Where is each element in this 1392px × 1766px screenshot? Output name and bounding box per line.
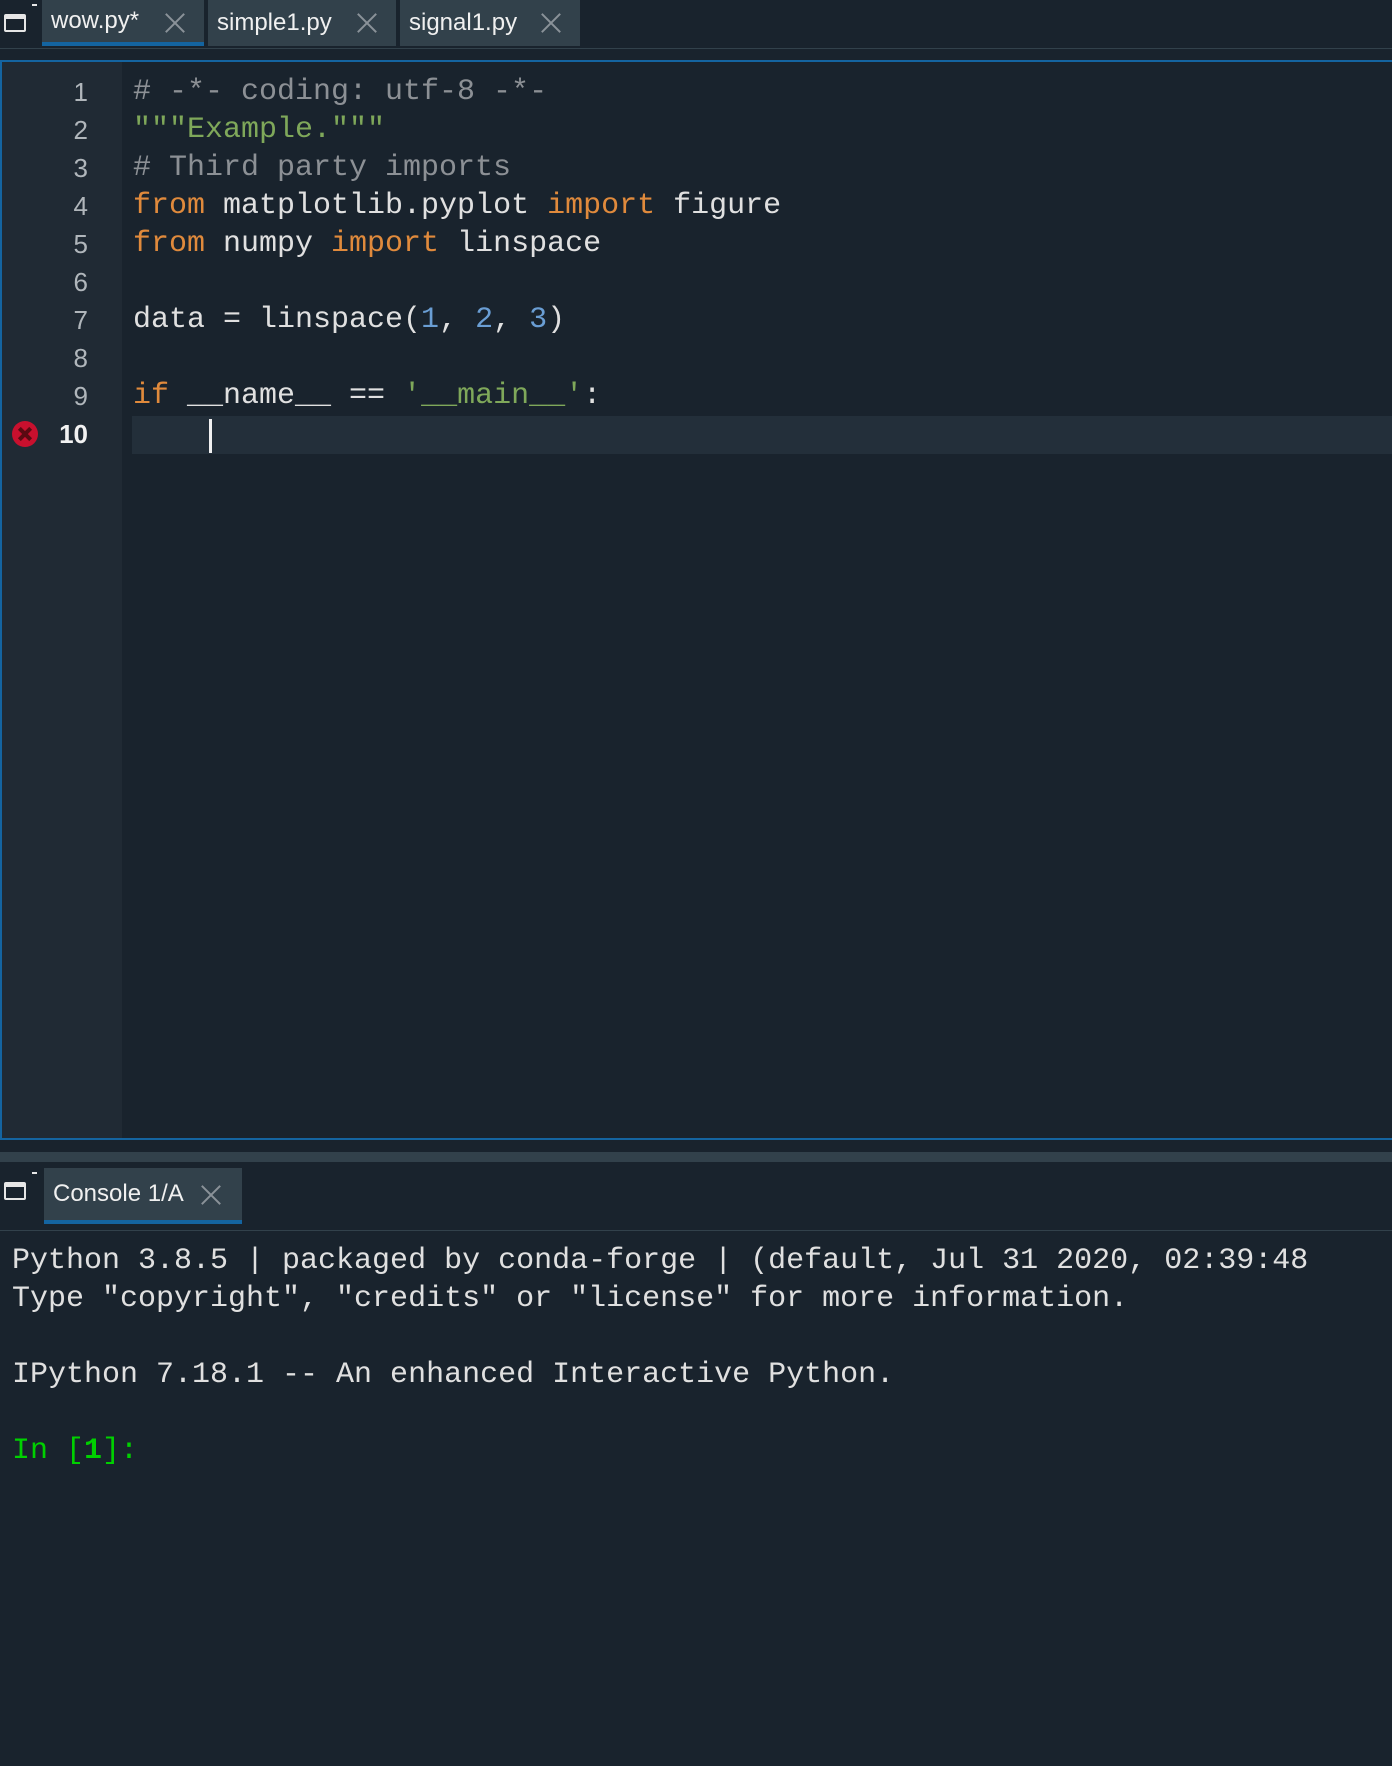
keyword: import	[331, 227, 440, 261]
current-line-highlight	[132, 416, 1392, 454]
import-name: figure	[655, 189, 782, 223]
code-editor[interactable]: 1 2 3 4 5 6 7 8 9 10 # -*- coding: utf-8…	[0, 60, 1392, 1140]
keyword: from	[133, 227, 206, 261]
code-line-5: from numpy import linspace	[133, 225, 601, 263]
editor-tabbar: wow.py* simple1.py signal1.py	[0, 0, 1392, 49]
line-number: 4	[73, 191, 88, 221]
code-text: __name__ ==	[169, 379, 404, 413]
tab-console[interactable]: Console 1/A	[44, 1168, 242, 1224]
close-icon[interactable]	[356, 12, 378, 34]
window-options-icon-marker	[32, 4, 37, 6]
line-number-current: 10	[59, 419, 88, 449]
pane-splitter[interactable]	[0, 1152, 1392, 1162]
code-text: :	[583, 379, 602, 413]
line-number: 9	[73, 381, 88, 411]
number: 3	[529, 303, 548, 337]
comment: # Third party imports	[133, 151, 512, 185]
line-number: 2	[73, 115, 88, 145]
text-cursor	[209, 419, 212, 453]
line-number: 6	[73, 267, 88, 297]
number: 1	[421, 303, 440, 337]
code-text: ,	[493, 303, 530, 337]
close-icon[interactable]	[164, 12, 186, 34]
code-line-9: if __name__ == '__main__':	[133, 377, 601, 415]
line-number: 3	[73, 153, 88, 183]
console-banner-line: IPython 7.18.1 -- An enhanced Interactiv…	[12, 1358, 895, 1392]
import-name: linspace	[439, 227, 602, 261]
code-text: )	[547, 303, 566, 337]
tab-label: Console 1/A	[53, 1180, 184, 1207]
prompt-end: ]:	[102, 1434, 139, 1468]
code-line-3: # Third party imports	[133, 149, 511, 187]
window-options-icon[interactable]	[4, 14, 26, 32]
module-name: matplotlib.pyplot	[205, 189, 548, 223]
console-banner-line: Type "copyright", "credits" or "license"…	[12, 1282, 1129, 1316]
tab-simple1-py[interactable]: simple1.py	[208, 0, 396, 46]
line-number: 8	[73, 343, 88, 373]
window-options-icon-marker	[32, 1172, 37, 1174]
tab-signal1-py[interactable]: signal1.py	[400, 0, 580, 46]
comment: # -*- coding: utf-8 -*-	[133, 75, 548, 109]
string-quote: """	[331, 113, 386, 147]
line-number: 1	[73, 77, 88, 107]
code-text: ,	[439, 303, 476, 337]
prompt-in: In [	[12, 1434, 85, 1468]
code-line-2: """Example."""	[133, 111, 385, 149]
code-line-4: from matplotlib.pyplot import figure	[133, 187, 781, 225]
tab-label: simple1.py	[217, 9, 332, 36]
line-number: 7	[73, 305, 88, 335]
string-quote: """	[133, 113, 188, 147]
code-line-1: # -*- coding: utf-8 -*-	[133, 73, 547, 111]
module-name: numpy	[205, 227, 332, 261]
code-text: data = linspace(	[133, 303, 422, 337]
string: '__main__'	[403, 379, 584, 413]
keyword: from	[133, 189, 206, 223]
console-banner-line: Python 3.8.5 | packaged by conda-forge |…	[12, 1244, 1309, 1278]
tab-label: wow.py*	[51, 7, 140, 34]
close-icon[interactable]	[200, 1184, 222, 1206]
close-icon[interactable]	[540, 12, 562, 34]
number: 2	[475, 303, 494, 337]
line-number: 5	[73, 229, 88, 259]
docstring: Example.	[187, 113, 332, 147]
line-number-gutter[interactable]: 1 2 3 4 5 6 7 8 9 10	[2, 62, 122, 1138]
console-prompt[interactable]: In [1]:	[12, 1432, 138, 1470]
code-line-7: data = linspace(1, 2, 3)	[133, 301, 565, 339]
console-tabbar: Console 1/A	[0, 1162, 1392, 1231]
prompt-number: 1	[84, 1434, 103, 1468]
keyword: if	[133, 379, 170, 413]
window-options-icon[interactable]	[4, 1182, 26, 1200]
tab-label: signal1.py	[409, 9, 518, 36]
keyword: import	[547, 189, 656, 223]
tab-wow-py[interactable]: wow.py*	[42, 0, 204, 46]
